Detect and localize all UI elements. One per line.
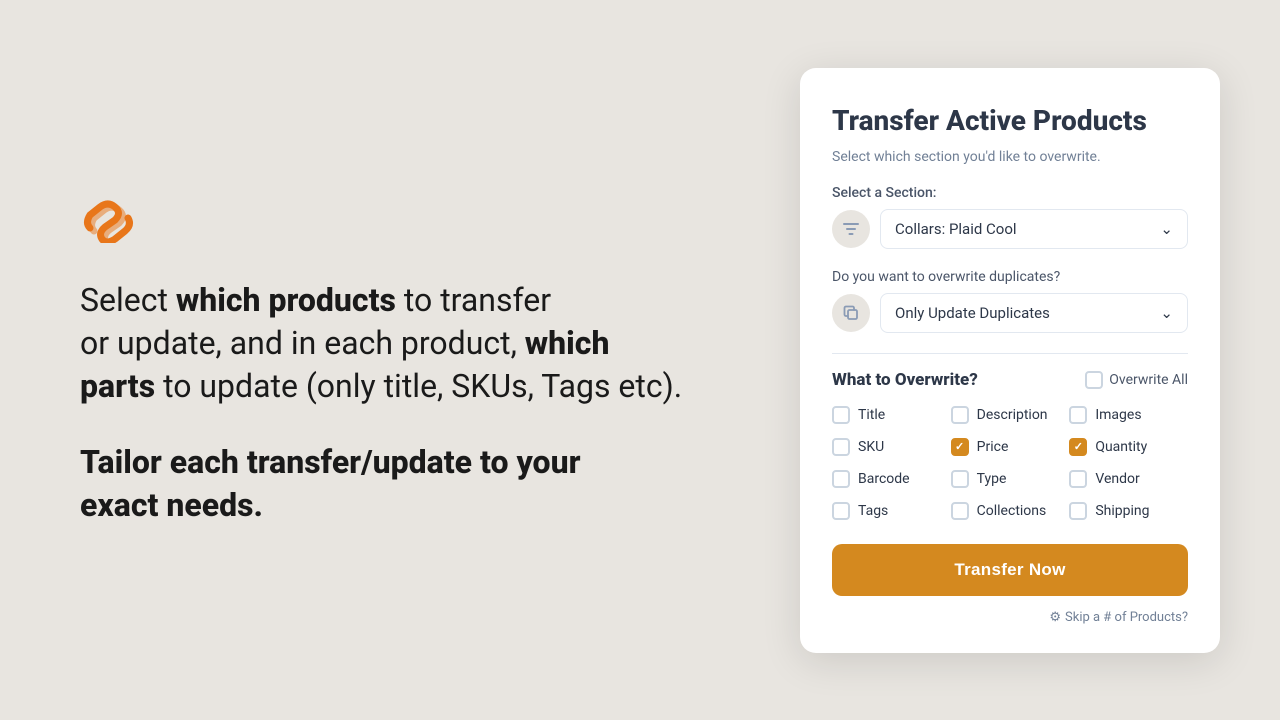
card-subtitle: Select which section you'd like to overw… (832, 149, 1188, 165)
shipping-label: Shipping (1095, 503, 1149, 519)
checkbox-sku[interactable]: SKU (832, 438, 951, 456)
checkbox-tags[interactable]: Tags (832, 502, 951, 520)
overwrite-all-label: Overwrite All (1109, 372, 1188, 388)
section-dropdown[interactable]: Collars: Plaid Cool ⌄ (880, 209, 1188, 249)
sub-description: Tailor each transfer/update to yourexact… (80, 441, 760, 527)
transfer-card: Transfer Active Products Select which se… (800, 68, 1220, 653)
title-label: Title (858, 407, 885, 423)
duplicate-label: Do you want to overwrite duplicates? (832, 269, 1188, 285)
section-value: Collars: Plaid Cool (895, 220, 1017, 238)
checkbox-collections[interactable]: Collections (951, 502, 1070, 520)
vendor-label: Vendor (1095, 471, 1139, 487)
chevron-down-icon: ⌄ (1160, 220, 1173, 238)
shipping-checkbox[interactable] (1069, 502, 1087, 520)
checkbox-grid: Title Description Images SKU Price Quant… (832, 406, 1188, 520)
duplicate-select-row: Only Update Duplicates ⌄ (832, 293, 1188, 333)
type-checkbox[interactable] (951, 470, 969, 488)
checkbox-price[interactable]: Price (951, 438, 1070, 456)
chevron-down-icon-2: ⌄ (1160, 304, 1173, 322)
barcode-label: Barcode (858, 471, 910, 487)
skip-link[interactable]: ⚙ Skip a # of Products? (832, 606, 1188, 625)
overwrite-header: What to Overwrite? Overwrite All (832, 370, 1188, 390)
skip-label: Skip a # of Products? (1065, 610, 1188, 625)
transfer-now-button[interactable]: Transfer Now (832, 544, 1188, 596)
collections-label: Collections (977, 503, 1047, 519)
quantity-checkbox[interactable] (1069, 438, 1087, 456)
images-checkbox[interactable] (1069, 406, 1087, 424)
checkbox-type[interactable]: Type (951, 470, 1070, 488)
checkbox-barcode[interactable]: Barcode (832, 470, 951, 488)
duplicate-value: Only Update Duplicates (895, 304, 1050, 322)
overwrite-all-checkbox[interactable] (1085, 371, 1103, 389)
checkbox-description[interactable]: Description (951, 406, 1070, 424)
skip-icon: ⚙ (1049, 610, 1061, 625)
images-label: Images (1095, 407, 1141, 423)
checkbox-images[interactable]: Images (1069, 406, 1188, 424)
description-checkbox[interactable] (951, 406, 969, 424)
checkbox-title[interactable]: Title (832, 406, 951, 424)
checkbox-shipping[interactable]: Shipping (1069, 502, 1188, 520)
price-label: Price (977, 439, 1009, 455)
card-title: Transfer Active Products (832, 104, 1188, 137)
logo (80, 193, 760, 247)
description-label: Description (977, 407, 1048, 423)
overwrite-title: What to Overwrite? (832, 370, 978, 390)
collections-checkbox[interactable] (951, 502, 969, 520)
section-label: Select a Section: (832, 185, 1188, 201)
section-select-row: Collars: Plaid Cool ⌄ (832, 209, 1188, 249)
page-container: Select which products to transfer or upd… (0, 0, 1280, 720)
barcode-checkbox[interactable] (832, 470, 850, 488)
sku-label: SKU (858, 439, 884, 455)
vendor-checkbox[interactable] (1069, 470, 1087, 488)
divider (832, 353, 1188, 354)
main-description: Select which products to transfer or upd… (80, 279, 760, 409)
sku-checkbox[interactable] (832, 438, 850, 456)
left-section: Select which products to transfer or upd… (80, 193, 800, 527)
quantity-label: Quantity (1095, 439, 1147, 455)
type-label: Type (977, 471, 1007, 487)
copy-icon (832, 294, 870, 332)
overwrite-all-row[interactable]: Overwrite All (1085, 371, 1188, 389)
tags-checkbox[interactable] (832, 502, 850, 520)
filter-icon (832, 210, 870, 248)
price-checkbox[interactable] (951, 438, 969, 456)
checkbox-quantity[interactable]: Quantity (1069, 438, 1188, 456)
tags-label: Tags (858, 503, 888, 519)
duplicate-dropdown[interactable]: Only Update Duplicates ⌄ (880, 293, 1188, 333)
title-checkbox[interactable] (832, 406, 850, 424)
checkbox-vendor[interactable]: Vendor (1069, 470, 1188, 488)
